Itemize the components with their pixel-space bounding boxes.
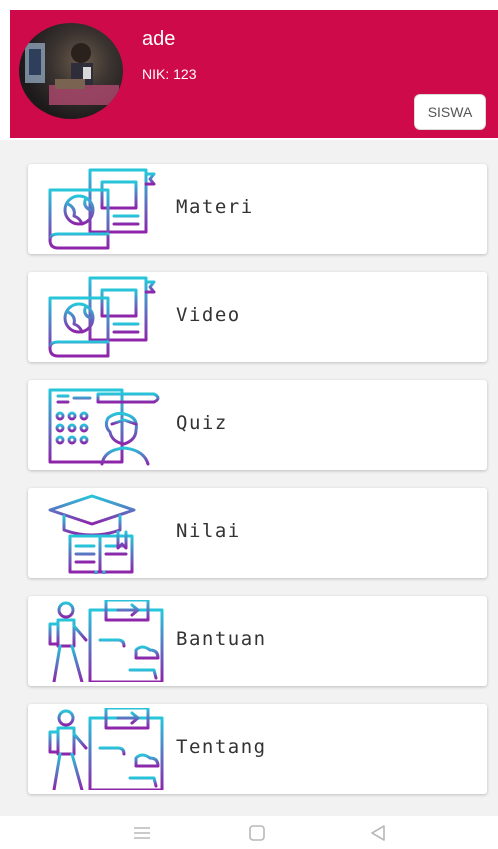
hiker-map-icon [48,708,164,790]
quiz-student-icon [48,388,160,466]
profile-header: ade NIK: 123 SISWA [10,10,498,138]
avatar[interactable] [19,23,123,119]
menu-item-bantuan[interactable]: Bantuan [28,596,487,686]
home-icon[interactable] [245,822,269,844]
menu-list: Materi Video Quiz Nilai Bantuan Tentang [0,140,498,816]
hiker-map-icon [48,600,164,682]
user-name: ade [142,28,176,50]
books-globe-icon [48,276,156,358]
menu-item-label: Video [176,304,241,326]
menu-item-label: Tentang [176,736,267,758]
menu-item-label: Bantuan [176,628,267,650]
menu-icon[interactable] [130,822,154,844]
menu-item-nilai[interactable]: Nilai [28,488,487,578]
system-navbar [0,816,498,849]
menu-item-video[interactable]: Video [28,272,487,362]
role-button[interactable]: SISWA [414,94,486,130]
menu-item-materi[interactable]: Materi [28,164,487,254]
graduation-book-icon [48,494,136,574]
menu-item-quiz[interactable]: Quiz [28,380,487,470]
books-globe-icon [48,168,156,250]
menu-item-label: Nilai [176,520,241,542]
menu-item-label: Quiz [176,412,228,434]
user-nik: NIK: 123 [142,66,197,82]
back-icon[interactable] [366,822,390,844]
menu-item-label: Materi [176,196,254,218]
menu-item-tentang[interactable]: Tentang [28,704,487,794]
